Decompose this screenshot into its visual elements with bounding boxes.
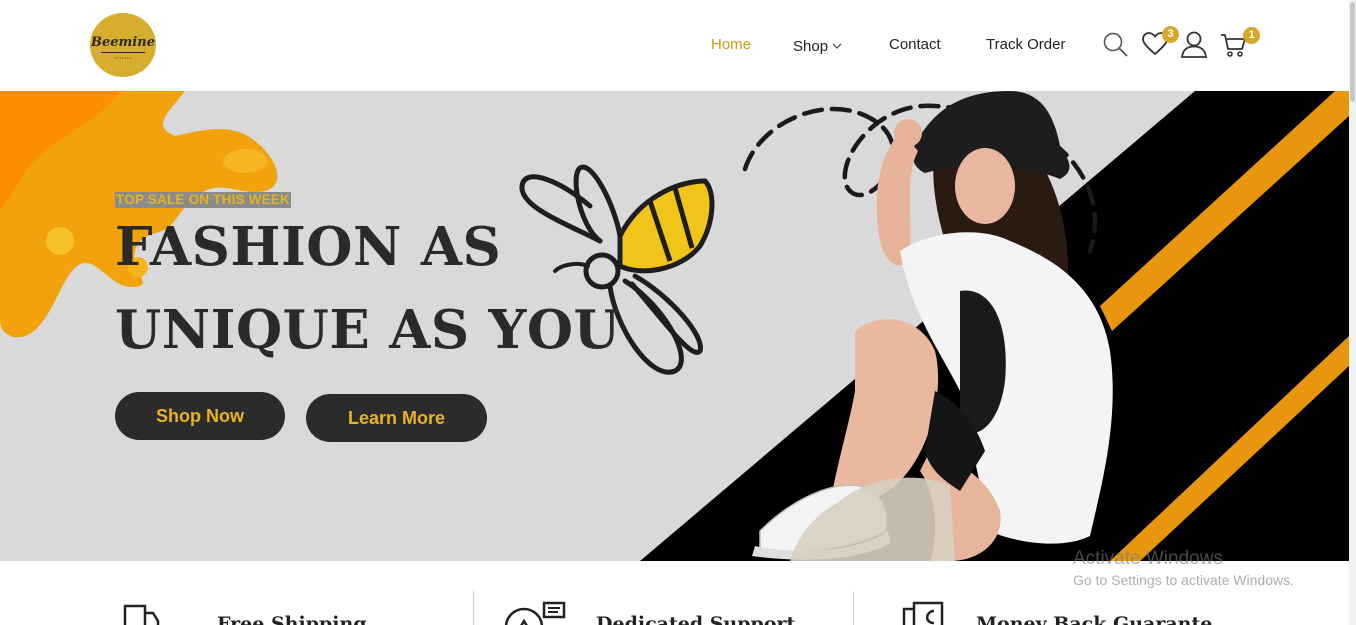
nav-contact[interactable]: Contact xyxy=(889,36,941,53)
activate-windows-watermark: Activate Windows Go to Settings to activ… xyxy=(1073,548,1294,588)
logo-text: Beemine xyxy=(91,34,155,50)
watermark-subtitle: Go to Settings to activate Windows. xyxy=(1073,572,1294,588)
feature-title: Dedicated Support xyxy=(596,613,796,625)
nav-shop[interactable]: Shop xyxy=(793,36,842,55)
feature-divider xyxy=(853,591,854,625)
watermark-title: Activate Windows xyxy=(1073,548,1223,569)
page-scrollbar[interactable] xyxy=(1349,0,1356,625)
hero-headline-line1: FASHION AS xyxy=(115,216,502,278)
logo-underline xyxy=(101,51,145,53)
feature-title: Money Back Guarante xyxy=(976,613,1213,625)
hero-headline-line2: UNIQUE AS YOU xyxy=(115,299,621,361)
truck-icon xyxy=(123,604,160,625)
nav-track-order[interactable]: Track Order xyxy=(986,36,1065,53)
page: Beemine • • • • • • • Home Shop Contact … xyxy=(0,0,1356,625)
wishlist-button[interactable]: 3 xyxy=(1141,26,1179,58)
chevron-down-icon xyxy=(832,36,842,53)
user-icon[interactable] xyxy=(1180,30,1208,58)
feature-title: Free Shipping xyxy=(217,613,367,625)
feature-divider xyxy=(473,591,474,625)
nav-shop-label: Shop xyxy=(793,38,829,55)
logo-tagline-mark: • • • • • • • xyxy=(114,54,132,60)
support-icon xyxy=(504,601,566,625)
feature-money-back: Money Back Guarante xyxy=(900,587,1220,625)
shop-now-button[interactable]: Shop Now xyxy=(115,392,285,440)
money-icon xyxy=(902,601,944,625)
search-icon[interactable] xyxy=(1102,30,1130,58)
cart-button[interactable]: 1 xyxy=(1220,27,1260,58)
feature-dedicated-support: Dedicated Support xyxy=(500,587,820,625)
scrollbar-thumb[interactable] xyxy=(1350,2,1355,102)
site-header: Beemine • • • • • • • Home Shop Contact … xyxy=(0,0,1349,90)
nav-home[interactable]: Home xyxy=(711,36,751,53)
hero-tagline: TOP SALE ON THIS WEEK xyxy=(115,192,291,208)
wishlist-count-badge: 3 xyxy=(1162,26,1179,43)
cart-count-badge: 1 xyxy=(1243,27,1260,44)
learn-more-button[interactable]: Learn More xyxy=(306,394,487,442)
feature-free-shipping: Free Shipping xyxy=(120,587,420,625)
brand-logo[interactable]: Beemine • • • • • • • xyxy=(90,13,156,77)
hero-banner: TOP SALE ON THIS WEEK FASHION AS UNIQUE … xyxy=(0,91,1349,561)
